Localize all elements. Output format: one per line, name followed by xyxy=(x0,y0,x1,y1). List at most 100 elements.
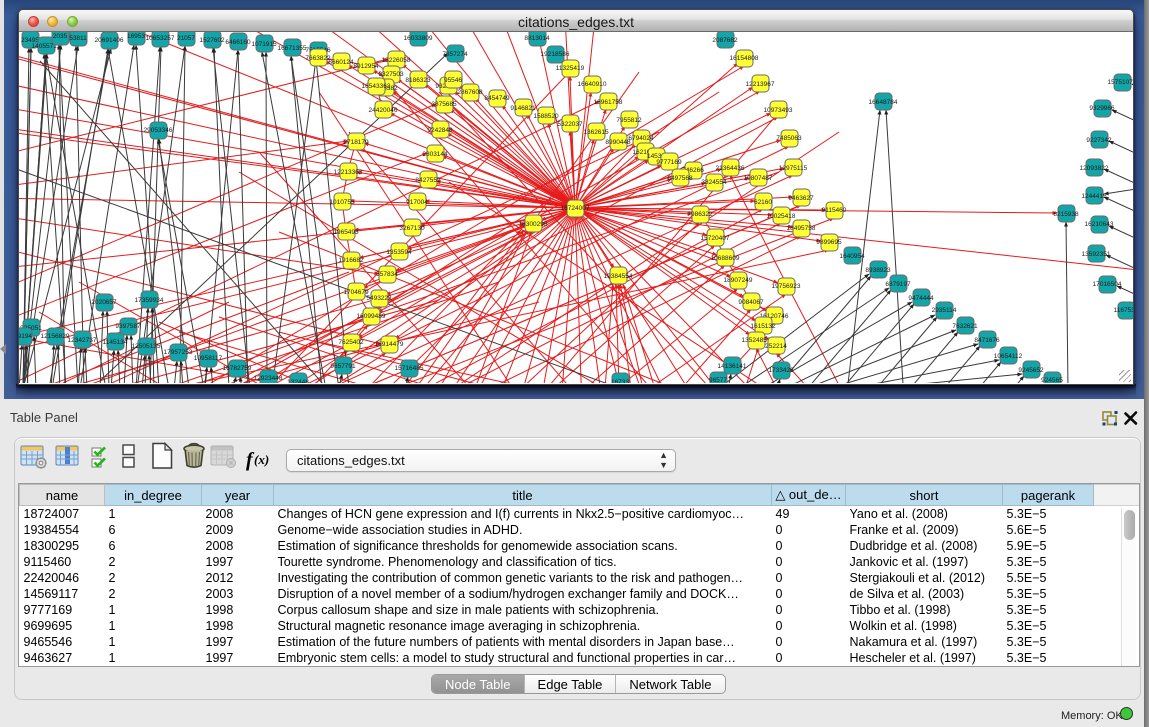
svg-text:1640954: 1640954 xyxy=(839,253,865,260)
svg-text:3267130: 3267130 xyxy=(399,225,425,232)
svg-text:19218586: 19218586 xyxy=(541,51,570,58)
svg-text:3875685: 3875685 xyxy=(431,101,457,108)
svg-text:1145134: 1145134 xyxy=(103,339,128,346)
svg-text:24420046: 24420046 xyxy=(369,107,398,114)
svg-text:17016504: 17016504 xyxy=(1093,281,1122,288)
svg-text:9899695: 9899695 xyxy=(816,239,842,246)
svg-text:12923448: 12923448 xyxy=(254,375,283,382)
svg-text:8660124: 8660124 xyxy=(328,59,354,66)
svg-text:7625402: 7625402 xyxy=(338,339,364,346)
svg-text:1588520: 1588520 xyxy=(533,113,559,120)
svg-text:29053346: 29053346 xyxy=(144,127,173,134)
svg-text:17359934: 17359934 xyxy=(135,297,164,304)
svg-text:18724007: 18724007 xyxy=(561,205,590,212)
svg-text:8471676: 8471676 xyxy=(974,337,1000,344)
svg-text:18495758: 18495758 xyxy=(787,225,816,232)
svg-text:16099489: 16099489 xyxy=(357,313,386,320)
svg-text:19756923: 19756923 xyxy=(772,283,801,290)
svg-text:1704679: 1704679 xyxy=(343,289,369,296)
svg-text:9327503: 9327503 xyxy=(378,71,404,78)
svg-text:18226058: 18226058 xyxy=(382,57,411,64)
svg-text:96577: 96577 xyxy=(709,377,727,383)
svg-text:10654112: 10654112 xyxy=(994,353,1023,360)
svg-text:8938923: 8938923 xyxy=(865,267,891,274)
svg-text:16961758: 16961758 xyxy=(594,99,623,106)
svg-text:7857274: 7857274 xyxy=(442,51,468,58)
svg-text:16033809: 16033809 xyxy=(404,35,433,42)
svg-text:15751074: 15751074 xyxy=(1108,79,1133,86)
svg-text:557834: 557834 xyxy=(376,271,398,278)
svg-text:7663822: 7663822 xyxy=(305,55,331,62)
svg-text:8813014: 8813014 xyxy=(524,35,550,42)
svg-text:17957253: 17957253 xyxy=(164,349,193,356)
svg-text:6879197: 6879197 xyxy=(885,281,911,288)
svg-text:9146821: 9146821 xyxy=(510,105,536,112)
svg-text:6466160: 6466160 xyxy=(225,39,251,46)
svg-text:12093822: 12093822 xyxy=(1080,165,1109,172)
svg-text:9657791: 9657791 xyxy=(330,363,356,370)
svg-text:10973493: 10973493 xyxy=(764,107,793,114)
svg-text:10688609: 10688609 xyxy=(711,255,740,262)
svg-text:7986322: 7986322 xyxy=(687,211,713,218)
svg-text:13592351: 13592351 xyxy=(1082,251,1111,258)
svg-text:9227342: 9227342 xyxy=(1086,137,1112,144)
svg-text:917004: 917004 xyxy=(406,199,428,206)
svg-text:10653257: 10653257 xyxy=(146,35,175,42)
svg-text:21364436: 21364436 xyxy=(716,165,745,172)
svg-text:2935114: 2935114 xyxy=(932,307,957,314)
svg-text:18907249: 18907249 xyxy=(724,277,753,284)
svg-text:6794024: 6794024 xyxy=(628,135,654,142)
svg-text:16782759: 16782759 xyxy=(223,365,252,372)
svg-text:1733426: 1733426 xyxy=(768,367,794,374)
svg-text:9474444: 9474444 xyxy=(908,295,934,302)
svg-text:16640910: 16640910 xyxy=(578,81,607,88)
svg-text:16953: 16953 xyxy=(127,33,145,40)
svg-text:3824554: 3824554 xyxy=(701,179,727,186)
svg-text:1167534: 1167534 xyxy=(1114,307,1133,314)
svg-text:8427552: 8427552 xyxy=(415,177,441,184)
svg-text:1965493: 1965493 xyxy=(333,229,359,236)
svg-text:2035: 2035 xyxy=(53,33,68,40)
svg-text:15720407: 15720407 xyxy=(701,235,730,242)
svg-text:8215938: 8215938 xyxy=(1053,211,1079,218)
svg-text:2867608: 2867608 xyxy=(457,89,483,96)
svg-text:62160: 62160 xyxy=(754,199,772,206)
svg-text:95546: 95546 xyxy=(444,77,462,84)
svg-text:12505135: 12505135 xyxy=(132,343,161,350)
svg-text:9242848: 9242848 xyxy=(427,127,453,134)
svg-text:1615132: 1615132 xyxy=(750,323,776,330)
svg-text:924565: 924565 xyxy=(1041,377,1063,383)
svg-text:53811: 53811 xyxy=(69,35,87,42)
svg-text:9329966: 9329966 xyxy=(1089,105,1115,112)
svg-text:2718179: 2718179 xyxy=(343,139,369,146)
svg-text:10958117: 10958117 xyxy=(194,355,223,362)
svg-text:16671355: 16671355 xyxy=(278,45,307,52)
svg-text:19384554: 19384554 xyxy=(604,273,633,280)
svg-text:1071915: 1071915 xyxy=(251,41,277,48)
svg-text:5493222: 5493222 xyxy=(366,295,392,302)
svg-text:8990448: 8990448 xyxy=(605,139,631,146)
svg-text:12213363: 12213363 xyxy=(334,169,363,176)
svg-text:1244415: 1244415 xyxy=(1081,193,1107,200)
svg-text:1916682: 1916682 xyxy=(338,257,364,264)
svg-text:9463627: 9463627 xyxy=(788,195,814,202)
svg-text:8454749: 8454749 xyxy=(484,95,510,102)
svg-text:6497568: 6497568 xyxy=(667,175,693,182)
svg-text:12342737: 12342737 xyxy=(68,337,97,344)
svg-text:8186323: 8186323 xyxy=(405,77,431,84)
svg-text:7632621: 7632621 xyxy=(952,323,978,330)
svg-text:9777169: 9777169 xyxy=(656,159,682,166)
svg-text:9115460: 9115460 xyxy=(822,207,847,214)
svg-text:(x): (x) xyxy=(254,452,269,467)
svg-text:10807487: 10807487 xyxy=(744,175,773,182)
svg-text:12213967: 12213967 xyxy=(746,81,775,88)
svg-text:7955812: 7955812 xyxy=(616,117,642,124)
svg-text:9397587: 9397587 xyxy=(115,323,141,330)
svg-text:10025418: 10025418 xyxy=(767,213,796,220)
svg-text:20691406: 20691406 xyxy=(95,37,124,44)
svg-text:14136141: 14136141 xyxy=(718,363,747,370)
svg-text:9245652: 9245652 xyxy=(1018,367,1044,374)
svg-text:2020657: 2020657 xyxy=(91,299,117,306)
svg-text:8912954: 8912954 xyxy=(353,63,379,70)
svg-text:16733: 16733 xyxy=(611,379,629,383)
